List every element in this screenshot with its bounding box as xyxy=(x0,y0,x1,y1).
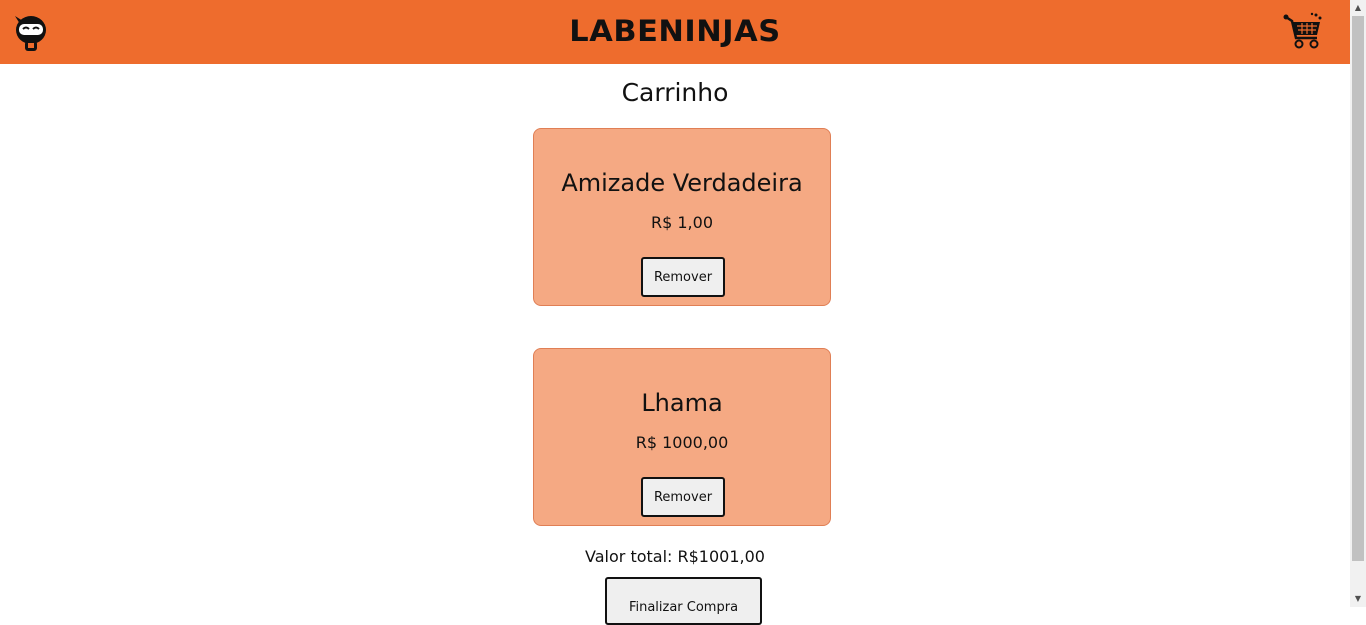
remove-button[interactable]: Remover xyxy=(641,257,725,297)
site-header: LABENINJAS xyxy=(0,0,1350,64)
cart-item-price: R$ 1,00 xyxy=(650,213,713,232)
scroll-up-icon[interactable]: ▲ xyxy=(1350,0,1366,16)
cart-item-card: Amizade Verdadeira R$ 1,00 Remover xyxy=(533,128,831,306)
cart-item-price: R$ 1000,00 xyxy=(635,433,729,452)
scroll-down-icon[interactable]: ▼ xyxy=(1350,591,1366,607)
scrollbar-thumb[interactable] xyxy=(1352,16,1364,561)
remove-button[interactable]: Remover xyxy=(641,477,725,517)
shopping-cart-icon[interactable] xyxy=(1283,12,1323,50)
finish-purchase-button[interactable]: Finalizar Compra xyxy=(605,577,762,625)
page-title: Carrinho xyxy=(621,78,729,107)
cart-item-card: Lhama R$ 1000,00 Remover xyxy=(533,348,831,526)
cart-item-title: Amizade Verdadeira xyxy=(561,169,803,197)
cart-total: Valor total: R$1001,00 xyxy=(585,547,765,566)
cart-item-title: Lhama xyxy=(641,389,723,417)
brand-title: LABENINJAS xyxy=(569,14,781,48)
